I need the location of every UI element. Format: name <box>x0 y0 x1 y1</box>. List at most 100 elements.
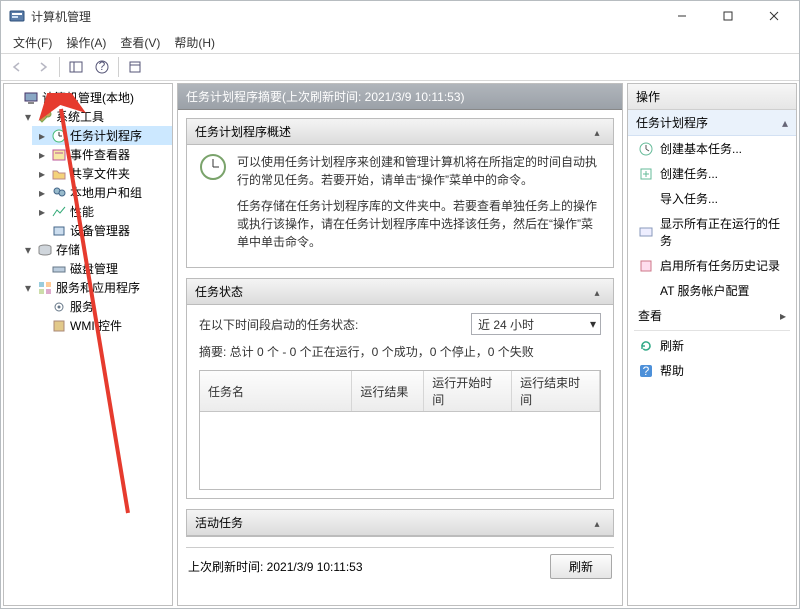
tree-disk-mgmt[interactable]: 磁盘管理 <box>32 259 172 278</box>
tree-local-users[interactable]: ▸ 本地用户和组 <box>32 183 172 202</box>
nav-forward-button <box>31 55 55 79</box>
tree-performance[interactable]: ▸ 性能 <box>32 202 172 221</box>
status-title: 任务状态 <box>195 283 243 300</box>
toolbar: ? <box>1 53 799 81</box>
chevron-down-icon[interactable]: ▾ <box>22 282 34 294</box>
chevron-right-icon[interactable]: ▸ <box>36 149 48 161</box>
action-import-task[interactable]: 导入任务... <box>628 186 796 211</box>
menu-action[interactable]: 操作(A) <box>60 32 112 53</box>
refresh-button[interactable]: 刷新 <box>550 554 612 579</box>
main-area: 计算机管理(本地) ▾ 系统工具 ▸ 任务计划程序 ▸ 事件查看器 ▸ 共享文件… <box>1 81 799 608</box>
tree-shared-folders[interactable]: ▸ 共享文件夹 <box>32 164 172 183</box>
actions-pane: 操作 任务计划程序 ▴ 创建基本任务... 创建任务... 导入任务... 显示… <box>627 83 797 606</box>
performance-icon <box>51 204 67 220</box>
help-icon: ? <box>638 363 654 379</box>
action-enable-history[interactable]: 启用所有任务历史记录 <box>628 253 796 278</box>
action-help[interactable]: ? 帮助 <box>628 358 796 383</box>
wmi-icon <box>51 318 67 334</box>
tree-root[interactable]: 计算机管理(本地) <box>4 88 172 107</box>
folder-icon <box>51 166 67 182</box>
tools-icon <box>37 109 53 125</box>
chevron-right-icon: ▸ <box>780 309 786 323</box>
app-icon <box>9 8 25 24</box>
device-icon <box>51 223 67 239</box>
overview-text-2: 任务存储在任务计划程序库的文件夹中。若要查看单独任务上的操作或执行该操作，请在任… <box>237 197 601 251</box>
title-bar: 计算机管理 <box>1 1 799 31</box>
overview-text-1: 可以使用任务计划程序来创建和管理计算机将在所指定的时间自动执行的常见任务。若要开… <box>237 153 601 189</box>
new-task-icon <box>638 166 654 182</box>
active-tasks-title: 活动任务 <box>195 514 243 531</box>
status-table[interactable]: 任务名 运行结果 运行开始时间 运行结束时间 <box>199 370 601 490</box>
status-group: 任务状态 在以下时间段启动的任务状态: 近 24 小时 ▾ 摘要: 总计 0 个… <box>186 278 614 499</box>
overview-title: 任务计划程序概述 <box>195 123 291 140</box>
tree-event-viewer[interactable]: ▸ 事件查看器 <box>32 145 172 164</box>
menu-file[interactable]: 文件(F) <box>7 32 58 53</box>
toolbar-pane-button[interactable] <box>64 55 88 79</box>
status-period-dropdown[interactable]: 近 24 小时 ▾ <box>471 313 601 335</box>
clock-icon <box>199 153 227 259</box>
menu-help[interactable]: 帮助(H) <box>168 32 221 53</box>
chevron-down-icon[interactable]: ▾ <box>22 244 34 256</box>
disk-icon <box>51 261 67 277</box>
tree-device-manager[interactable]: 设备管理器 <box>32 221 172 240</box>
action-show-running[interactable]: 显示所有正在运行的任务 <box>628 211 796 253</box>
tree-wmi[interactable]: WMI 控件 <box>32 316 172 335</box>
nav-back-button <box>5 55 29 79</box>
clock-icon <box>51 128 67 144</box>
tree-sys-tools[interactable]: ▾ 系统工具 <box>18 107 172 126</box>
action-create-task[interactable]: 创建任务... <box>628 161 796 186</box>
running-icon <box>638 224 654 240</box>
active-tasks-group: 活动任务 <box>186 509 614 537</box>
refresh-icon <box>638 338 654 354</box>
collapse-icon[interactable]: ▴ <box>782 116 788 130</box>
col-start-time[interactable]: 运行开始时间 <box>424 371 512 412</box>
chevron-right-icon[interactable]: ▸ <box>36 168 48 180</box>
minimize-button[interactable] <box>659 1 705 31</box>
chevron-down-icon: ▾ <box>590 317 596 331</box>
tree-storage[interactable]: ▾ 存储 <box>18 240 172 259</box>
collapse-button[interactable] <box>589 284 605 300</box>
tree-task-scheduler[interactable]: ▸ 任务计划程序 <box>32 126 172 145</box>
center-header: 任务计划程序摘要(上次刷新时间: 2021/3/9 10:11:53) <box>178 84 622 110</box>
event-viewer-icon <box>51 147 67 163</box>
history-icon <box>638 258 654 274</box>
status-summary: 摘要: 总计 0 个 - 0 个正在运行，0 个成功，0 个停止，0 个失败 <box>199 343 601 360</box>
toolbar-help-button[interactable]: ? <box>90 55 114 79</box>
action-refresh[interactable]: 刷新 <box>628 333 796 358</box>
chevron-right-icon[interactable]: ▸ <box>36 130 48 142</box>
computer-icon <box>23 90 39 106</box>
tree-services-apps[interactable]: ▾ 服务和应用程序 <box>18 278 172 297</box>
chevron-down-icon[interactable]: ▾ <box>22 111 34 123</box>
users-icon <box>51 185 67 201</box>
col-end-time[interactable]: 运行结束时间 <box>512 371 600 412</box>
status-period-label: 在以下时间段启动的任务状态: <box>199 316 358 333</box>
svg-text:?: ? <box>99 60 106 73</box>
tree-services[interactable]: 服务 <box>32 297 172 316</box>
storage-icon <box>37 242 53 258</box>
center-pane: 任务计划程序摘要(上次刷新时间: 2021/3/9 10:11:53) 任务计划… <box>177 83 623 606</box>
maximize-button[interactable] <box>705 1 751 31</box>
action-view-submenu[interactable]: 查看 ▸ <box>628 303 796 328</box>
overview-group: 任务计划程序概述 可以使用任务计划程序来创建和管理计算机将在所指定的时间自动执行… <box>186 118 614 268</box>
menu-view[interactable]: 查看(V) <box>114 32 166 53</box>
collapse-button[interactable] <box>589 515 605 531</box>
center-scroll[interactable]: 任务计划程序概述 可以使用任务计划程序来创建和管理计算机将在所指定的时间自动执行… <box>178 110 622 605</box>
toolbar-props-button[interactable] <box>123 55 147 79</box>
actions-category: 任务计划程序 ▴ <box>628 110 796 136</box>
menu-bar: 文件(F) 操作(A) 查看(V) 帮助(H) <box>1 31 799 53</box>
close-button[interactable] <box>751 1 797 31</box>
col-result[interactable]: 运行结果 <box>352 371 424 412</box>
task-icon <box>638 141 654 157</box>
tree-pane[interactable]: 计算机管理(本地) ▾ 系统工具 ▸ 任务计划程序 ▸ 事件查看器 ▸ 共享文件… <box>3 83 173 606</box>
action-create-basic-task[interactable]: 创建基本任务... <box>628 136 796 161</box>
chevron-right-icon[interactable]: ▸ <box>36 187 48 199</box>
collapse-button[interactable] <box>589 124 605 140</box>
last-refresh-label: 上次刷新时间: 2021/3/9 10:11:53 <box>188 558 363 575</box>
chevron-right-icon[interactable]: ▸ <box>36 206 48 218</box>
separator <box>634 330 790 331</box>
window-title: 计算机管理 <box>31 8 659 25</box>
services-apps-icon <box>37 280 53 296</box>
col-task-name[interactable]: 任务名 <box>200 371 352 412</box>
actions-header: 操作 <box>628 84 796 110</box>
action-at-config[interactable]: AT 服务帐户配置 <box>628 278 796 303</box>
